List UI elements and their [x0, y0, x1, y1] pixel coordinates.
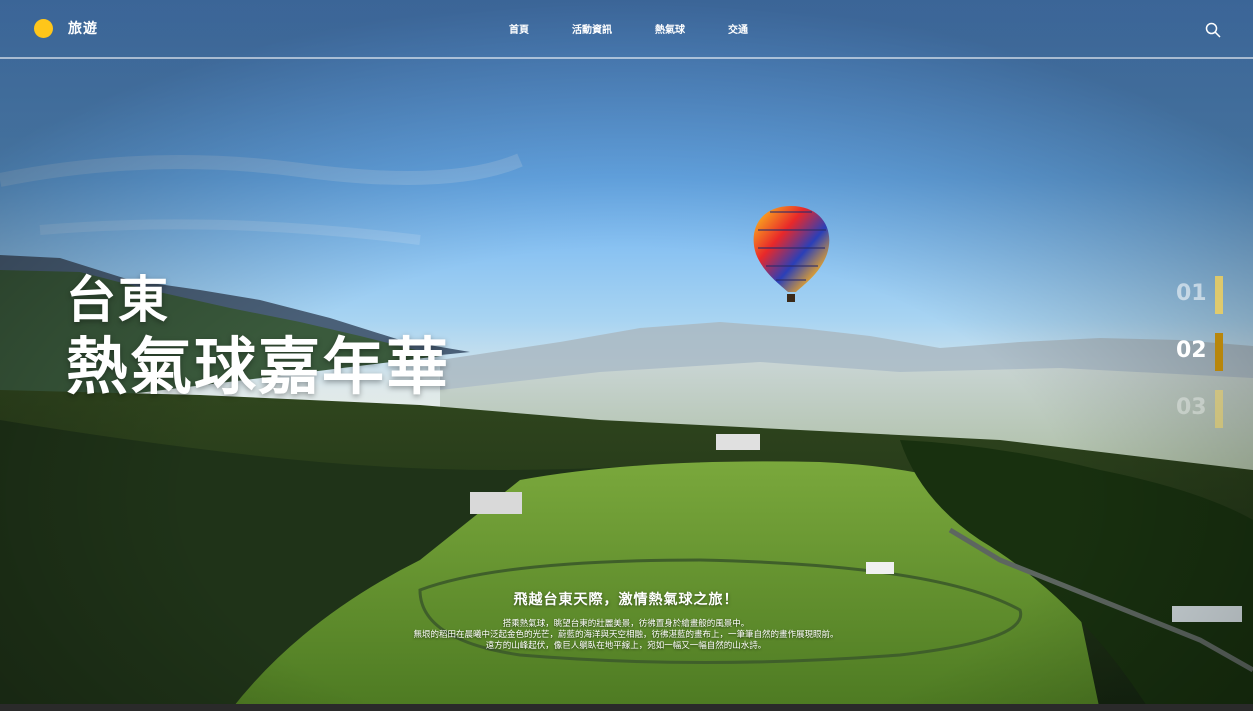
nav-item-home[interactable]: 首頁 — [509, 21, 529, 36]
slide-indicator-02[interactable]: 02 — [1170, 333, 1230, 371]
caption-line: 遠方的山峰起伏，像巨人躺臥在地平線上，宛如一幅又一幅自然的山水詩。 — [485, 641, 767, 651]
slide-number: 01 — [1176, 281, 1207, 306]
hero-caption: 飛越台東天際，激情熱氣球之旅！ 搭乘熱氣球，眺望台東的壯麗美景，彷彿置身於繪畫般… — [326, 589, 926, 652]
slide-bar — [1215, 276, 1223, 314]
slide-number: 02 — [1176, 338, 1207, 363]
slide-bar — [1215, 333, 1223, 371]
brand-name[interactable]: 旅遊 — [68, 18, 98, 38]
slide-indicator: 01 02 03 — [1170, 276, 1230, 447]
logo-sun-icon[interactable] — [34, 19, 53, 38]
bottom-edge-strip — [0, 704, 1253, 711]
caption-line: 無垠的稻田在晨曦中泛起金色的光芒，蔚藍的海洋與天空相融，彷彿湛藍的畫布上，一筆筆… — [413, 630, 839, 640]
slide-number: 03 — [1176, 395, 1207, 420]
nav-item-events[interactable]: 活動資訊 — [572, 21, 612, 36]
slide-bar — [1215, 390, 1223, 428]
caption-title: 飛越台東天際，激情熱氣球之旅！ — [513, 592, 739, 608]
hero-banner: 旅遊 首頁 活動資訊 熱氣球 交通 台東 熱氣球嘉年華 01 02 03 飛越台… — [0, 0, 1253, 711]
nav-item-balloon[interactable]: 熱氣球 — [655, 21, 685, 36]
slide-indicator-03[interactable]: 03 — [1170, 390, 1230, 428]
main-nav: 首頁 活動資訊 熱氣球 交通 — [509, 21, 791, 36]
top-navigation-bar: 旅遊 首頁 活動資訊 熱氣球 交通 — [0, 0, 1253, 59]
hero-title-line1: 台東 — [66, 271, 170, 329]
slide-indicator-01[interactable]: 01 — [1170, 276, 1230, 314]
nav-item-transport[interactable]: 交通 — [728, 21, 748, 36]
search-icon[interactable] — [1205, 22, 1221, 38]
caption-line: 搭乘熱氣球，眺望台東的壯麗美景，彷彿置身於繪畫般的風景中。 — [502, 619, 750, 629]
hero-title-line2: 熱氣球嘉年華 — [66, 330, 451, 403]
